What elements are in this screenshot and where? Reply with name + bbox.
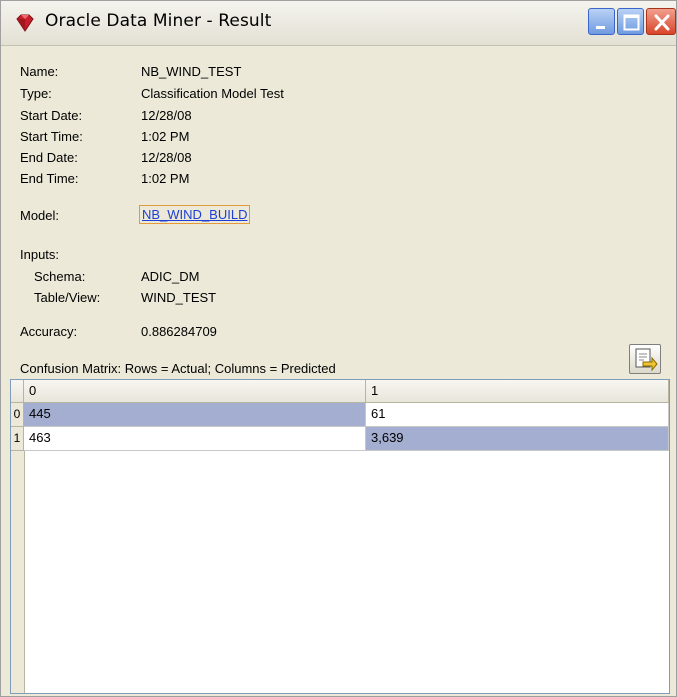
- end-time-value: 1:02 PM: [141, 171, 190, 186]
- window-title: Oracle Data Miner - Result: [45, 11, 272, 31]
- column-header-0[interactable]: 0: [24, 380, 366, 403]
- inputs-label: Inputs:: [20, 247, 60, 262]
- model-link[interactable]: NB_WIND_BUILD: [139, 205, 251, 224]
- end-date-value: 12/28/08: [141, 150, 192, 165]
- schema-label: Schema:: [34, 269, 86, 284]
- start-date-value: 12/28/08: [141, 108, 192, 123]
- start-time-label: Start Time:: [20, 129, 83, 144]
- start-time-value: 1:02 PM: [141, 129, 190, 144]
- result-window: Oracle Data Miner - Result Name: NB_WIND…: [0, 0, 677, 697]
- corner-header: [11, 380, 24, 403]
- export-button[interactable]: [629, 344, 661, 374]
- oracle-diamond-icon: [15, 14, 35, 32]
- name-label: Name:: [20, 64, 59, 79]
- name-value: NB_WIND_TEST: [141, 64, 242, 79]
- end-time-label: End Time:: [20, 171, 79, 186]
- row-header-0[interactable]: 0: [11, 403, 24, 427]
- confusion-matrix-caption: Confusion Matrix: Rows = Actual; Columns…: [20, 361, 336, 376]
- type-value: Classification Model Test: [141, 86, 284, 101]
- matrix-cell-0-1[interactable]: 61: [366, 403, 669, 427]
- start-date-label: Start Date:: [20, 108, 83, 123]
- model-label: Model:: [20, 208, 60, 223]
- confusion-matrix-grid[interactable]: 0 1 0 445 61 1 463 3,639: [10, 379, 670, 694]
- schema-value: ADIC_DM: [141, 269, 200, 284]
- type-label: Type:: [20, 86, 52, 101]
- accuracy-value: 0.886284709: [141, 324, 217, 339]
- end-date-label: End Date:: [20, 150, 78, 165]
- export-icon: [635, 348, 658, 372]
- table-view-value: WIND_TEST: [141, 290, 217, 305]
- accuracy-label: Accuracy:: [20, 324, 78, 339]
- close-button[interactable]: [646, 8, 676, 35]
- matrix-cell-1-1[interactable]: 3,639: [366, 427, 669, 451]
- minimize-button[interactable]: [588, 8, 615, 35]
- matrix-cell-0-0[interactable]: 445: [24, 403, 366, 427]
- column-header-1[interactable]: 1: [366, 380, 669, 403]
- matrix-cell-1-0[interactable]: 463: [24, 427, 366, 451]
- maximize-button[interactable]: [617, 8, 644, 35]
- row-header-1[interactable]: 1: [11, 427, 24, 451]
- title-bar[interactable]: Oracle Data Miner - Result: [1, 1, 676, 46]
- table-view-label: Table/View:: [34, 290, 101, 305]
